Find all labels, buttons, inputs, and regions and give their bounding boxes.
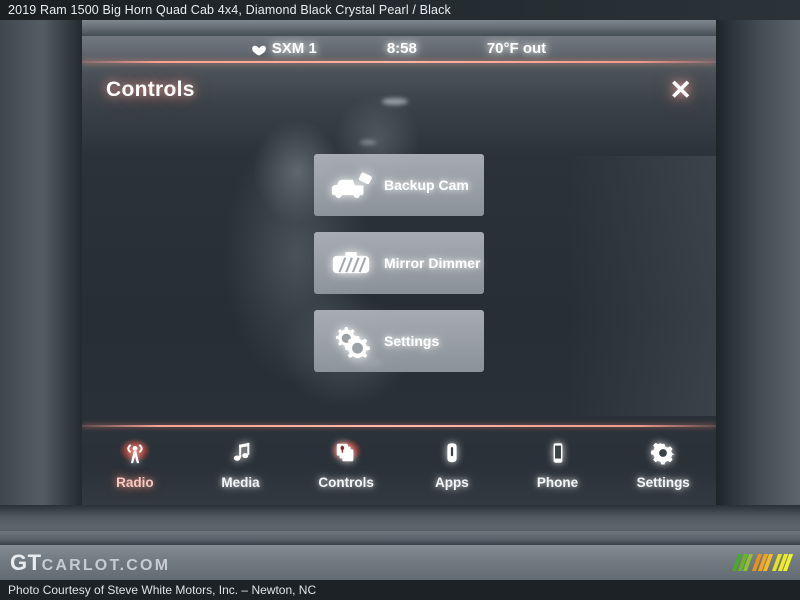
mirror-dimmer-label: Mirror Dimmer: [384, 255, 481, 271]
status-bar: SXM 1 8:58 70°F out: [82, 36, 716, 60]
dashboard-bezel-lip: [0, 531, 800, 545]
dashboard-bezel-left: [0, 20, 82, 545]
music-note-icon: [226, 438, 256, 468]
close-icon[interactable]: ✕: [669, 76, 692, 104]
nav-item-settings[interactable]: Settings: [610, 430, 716, 490]
page-title: Controls: [106, 78, 195, 101]
nav-item-phone[interactable]: Phone: [505, 430, 611, 490]
status-source: SXM 1: [251, 39, 317, 57]
nav-label-apps: Apps: [434, 475, 469, 490]
nav-label-media: Media: [221, 475, 260, 490]
vehicle-photo: SXM 1 8:58 70°F out Controls ✕ Backup Ca…: [0, 20, 800, 545]
rearview-mirror-icon: [328, 246, 374, 280]
backup-cam-label: Backup Cam: [384, 177, 469, 193]
site-logo-secondary: CARLOT.COM: [41, 556, 171, 574]
status-source-label: SXM 1: [271, 39, 317, 57]
dashboard-bezel-top: [0, 20, 800, 36]
logo-bar-group-green: [731, 554, 754, 571]
mirror-dimmer-button[interactable]: Mirror Dimmer: [314, 232, 484, 294]
settings-label: Settings: [384, 333, 440, 349]
site-logo: GT CARLOT.COM: [10, 550, 170, 576]
status-time: 8:58: [386, 39, 417, 57]
site-logo-primary: GT: [10, 549, 42, 575]
nav-label-phone: Phone: [536, 475, 579, 490]
truck-backup-camera-icon: [328, 168, 374, 202]
divider-top: [82, 61, 716, 63]
logo-bar-group-yellow: [771, 554, 794, 571]
navigation-bar: Radio Media Controls Apps Phone Settings: [82, 430, 716, 505]
nav-item-apps[interactable]: Apps: [399, 430, 505, 490]
nav-label-controls: Controls: [318, 475, 374, 490]
backup-cam-button[interactable]: Backup Cam: [314, 154, 484, 216]
screen-header: Controls ✕: [82, 68, 716, 112]
listing-title: 2019 Ram 1500 Big Horn Quad Cab 4x4, Dia…: [8, 3, 451, 17]
logo-bar-group-orange: [751, 554, 774, 571]
gears-icon: [328, 324, 374, 358]
infotainment-screen[interactable]: SXM 1 8:58 70°F out Controls ✕ Backup Ca…: [82, 36, 716, 505]
nav-item-controls[interactable]: Controls: [293, 430, 399, 490]
status-temperature: 70°F out: [486, 39, 547, 57]
nav-label-settings: Settings: [636, 475, 690, 490]
settings-button[interactable]: Settings: [314, 310, 484, 372]
apps-icon: [437, 438, 467, 468]
controls-list: Backup Cam Mirror Dimmer Settings: [82, 154, 716, 372]
watermark-bar: GT CARLOT.COM: [0, 545, 800, 580]
nav-item-radio[interactable]: Radio: [82, 430, 188, 490]
broadcast-tower-icon: [120, 438, 150, 468]
gear-icon: [648, 438, 678, 468]
listing-title-bar: 2019 Ram 1500 Big Horn Quad Cab 4x4, Dia…: [0, 0, 800, 20]
sirius-xm-icon: [251, 43, 266, 56]
divider-bottom: [82, 425, 716, 427]
phone-icon: [543, 438, 573, 468]
photo-courtesy-bar: Photo Courtesy of Steve White Motors, In…: [0, 580, 800, 600]
logo-bars: [731, 554, 794, 571]
photo-courtesy-text: Photo Courtesy of Steve White Motors, In…: [8, 583, 317, 597]
dashboard-bezel-right: [716, 20, 800, 545]
nav-label-radio: Radio: [116, 475, 154, 490]
glass-glare-spot: [360, 140, 376, 145]
nav-item-media[interactable]: Media: [188, 430, 294, 490]
layers-icon: [331, 438, 361, 468]
